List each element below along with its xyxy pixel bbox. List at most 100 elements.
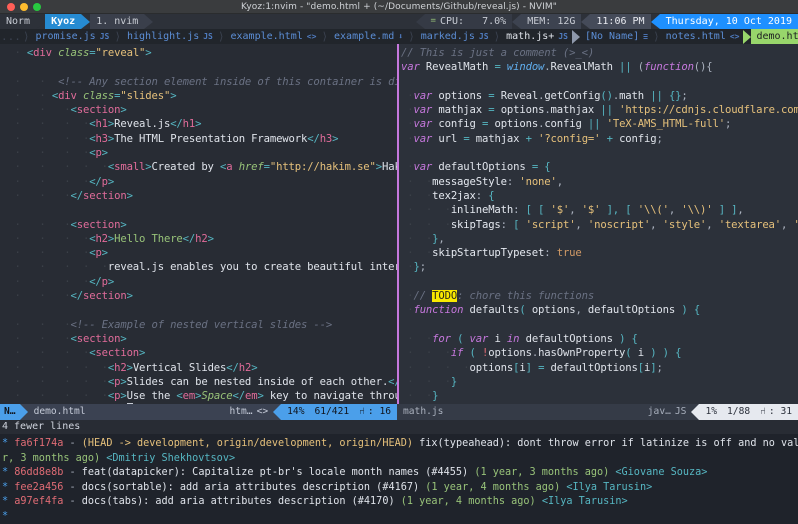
git-hash: fa6f174a bbox=[14, 438, 64, 449]
scroll-percent: 14% bbox=[287, 406, 305, 417]
git-hash: fee2a456 bbox=[14, 481, 64, 493]
git-log-row: * fee2a456 - docs(sortable): add aria at… bbox=[2, 481, 796, 496]
buffer-label: highlight.js bbox=[126, 31, 200, 42]
git-dash: - bbox=[69, 481, 76, 493]
buffer-label: notes.html bbox=[665, 31, 726, 42]
tmux-session-name[interactable]: Kyoz bbox=[45, 14, 82, 29]
tabline-chevron-icon: ⟩ bbox=[408, 30, 415, 43]
buffer-label: example.html bbox=[230, 31, 303, 42]
line-position: 1/88 bbox=[727, 406, 751, 417]
git-date: (1 year, 4 months ago) bbox=[425, 481, 561, 493]
tmux-mode: Norm bbox=[0, 14, 37, 29]
git-dash: - bbox=[69, 496, 76, 508]
git-hash: 86dd8e8b bbox=[14, 467, 64, 479]
tmux-sep-2 bbox=[81, 14, 91, 29]
js-icon: JS bbox=[558, 32, 568, 41]
buffer-tab-example-md[interactable]: example.md ⬇ bbox=[329, 29, 407, 44]
git-graph-tail: * bbox=[2, 510, 9, 522]
git-date: (1 year, 4 months ago) bbox=[400, 496, 536, 508]
scroll-percent: 1% bbox=[705, 406, 718, 417]
tmux-window-name[interactable]: 1. nvim bbox=[90, 14, 145, 29]
buffer-tab-math-js[interactable]: math.js+ JS bbox=[501, 29, 572, 44]
window-titlebar: Kyoz:1:nvim - "demo.html + (~/Documents/… bbox=[0, 0, 798, 14]
statusline-position: 14% 61/421 ⑁ : 16 bbox=[281, 404, 397, 420]
cpu-value: 7.0% bbox=[482, 16, 507, 27]
line-position: 61/421 bbox=[314, 406, 350, 417]
html-icon: <> bbox=[729, 32, 740, 41]
buffer-tab-no-name[interactable]: [No Name] ≡ bbox=[580, 29, 652, 44]
statusline-filetype: jav… JS bbox=[643, 404, 692, 420]
buffer-tab-example-html[interactable]: example.html <> bbox=[226, 29, 321, 44]
git-log-row: * a97ef4fa - docs(tabs): add aria attrib… bbox=[2, 495, 796, 510]
code-demo-html[interactable]: · <div class="reveal"> · · <!-- Any sect… bbox=[0, 44, 397, 404]
git-refs: (HEAD -> development, origin/development… bbox=[81, 438, 413, 449]
tmux-memory: MEM: 12G bbox=[521, 14, 582, 29]
statusline-right: math.js jav… JS 1% 1/88 ⑁ : 31 bbox=[397, 404, 798, 420]
tmux-sep-cpu bbox=[415, 14, 425, 29]
git-message: docs(sortable): add aria attributes desc… bbox=[81, 481, 420, 493]
statusline-pct-sep bbox=[273, 404, 282, 420]
tabline-chevron-icon: ⟩ bbox=[114, 30, 121, 43]
tmux-sep-1 bbox=[36, 14, 46, 29]
git-author: <Giovane Souza> bbox=[615, 467, 708, 479]
tmux-sep-date bbox=[650, 14, 660, 29]
js-icon: JS bbox=[99, 32, 110, 41]
status-lines: N… demo.html htm… <> 14% 61/421 ⑁ : 16 m… bbox=[0, 404, 798, 420]
git-graph-marker: * bbox=[2, 438, 9, 449]
tmux-cpu: = CPU: 7.0% bbox=[424, 14, 513, 29]
buffer-tab-marked-js[interactable]: marked.js JS bbox=[416, 29, 493, 44]
cpu-icon: = bbox=[430, 16, 436, 26]
vim-mode-indicator: N… bbox=[0, 404, 20, 420]
filetype-label: htm… bbox=[229, 406, 253, 417]
editor-pane-demo-html[interactable]: · <div class="reveal"> · · <!-- Any sect… bbox=[0, 44, 397, 404]
buffer-label: math.js+ bbox=[506, 31, 555, 42]
tmux-clock: 11:06 PM bbox=[590, 14, 651, 29]
tmux-status-bar: Norm Kyoz 1. nvim = CPU: 7.0% MEM: 12G 11… bbox=[0, 14, 798, 29]
editor-pane-math-js[interactable]: // This is just a comment (>_<) var Revea… bbox=[399, 44, 798, 404]
column-number: : 31 bbox=[768, 406, 792, 417]
buffer-tab-notes-html[interactable]: notes.html <> bbox=[661, 29, 744, 44]
git-author: <Ilya Tarusin> bbox=[566, 481, 653, 493]
git-author: <Ilya Tarusin> bbox=[541, 496, 628, 508]
buffer-label: marked.js bbox=[420, 31, 475, 42]
tabline-overflow: ... bbox=[1, 30, 21, 43]
statusline-pct-sep bbox=[691, 404, 700, 420]
html-icon: <> bbox=[256, 406, 269, 417]
git-dash: - bbox=[69, 438, 76, 449]
git-message: feat(datapicker): Capitalize pt-br's loc… bbox=[81, 467, 469, 479]
git-author: <Dmitriy Shekhovtsov> bbox=[106, 452, 236, 464]
git-message: fix(typeahead): dont throw error if lati… bbox=[419, 438, 798, 449]
git-log-row: * 86dd8e8b - feat(datapicker): Capitaliz… bbox=[2, 466, 796, 481]
js-icon: JS bbox=[674, 406, 687, 417]
buffer-label: [No Name] bbox=[584, 31, 640, 42]
statusline-sep bbox=[19, 404, 28, 420]
git-graph-marker: * bbox=[2, 467, 9, 479]
file-icon: ≡ bbox=[643, 32, 648, 41]
code-math-js[interactable]: // This is just a comment (>_<) var Revea… bbox=[399, 44, 798, 404]
message-line: 4 fewer lines bbox=[0, 420, 798, 434]
column-icon: ⑁ bbox=[760, 406, 766, 417]
buffer-tab-demo-html[interactable]: demo.html+ <> bbox=[751, 29, 798, 44]
git-hash: a97ef4fa bbox=[14, 496, 64, 508]
git-log-pane[interactable]: * fa6f174a - (HEAD -> development, origi… bbox=[0, 434, 798, 524]
window-title: Kyoz:1:nvim - "demo.html + (~/Documents/… bbox=[241, 1, 557, 12]
git-graph-marker: * bbox=[2, 496, 9, 508]
git-message: docs(tabs): add aria attributes descript… bbox=[81, 496, 395, 508]
column-icon: ⑁ bbox=[359, 406, 365, 417]
buffer-tabline: ... ⟩ promise.js JS ⟩ highlight.js JS ⟩ … bbox=[0, 29, 798, 44]
git-date: (1 year, 3 months ago) bbox=[474, 467, 610, 479]
editor-split: · <div class="reveal"> · · <!-- Any sect… bbox=[0, 44, 798, 404]
statusline-filename: demo.html bbox=[33, 406, 86, 417]
git-dash: - bbox=[69, 467, 76, 479]
cpu-label: CPU: bbox=[439, 16, 465, 27]
tabline-chevron-icon: ⟩ bbox=[22, 30, 30, 43]
tmux-date: Thursday, 10 Oct 2019 bbox=[659, 14, 798, 29]
buffer-tab-promise-js[interactable]: promise.js JS bbox=[31, 29, 114, 44]
statusline-left: N… demo.html htm… <> 14% 61/421 ⑁ : 16 bbox=[0, 404, 397, 420]
statusline-filename: math.js bbox=[403, 406, 444, 417]
tmux-sep-mem bbox=[512, 14, 522, 29]
tmux-sep-3 bbox=[144, 14, 154, 29]
buffer-tab-highlight-js[interactable]: highlight.js JS bbox=[122, 29, 217, 44]
markdown-icon: ⬇ bbox=[398, 32, 404, 41]
buffer-label: promise.js bbox=[35, 31, 96, 42]
